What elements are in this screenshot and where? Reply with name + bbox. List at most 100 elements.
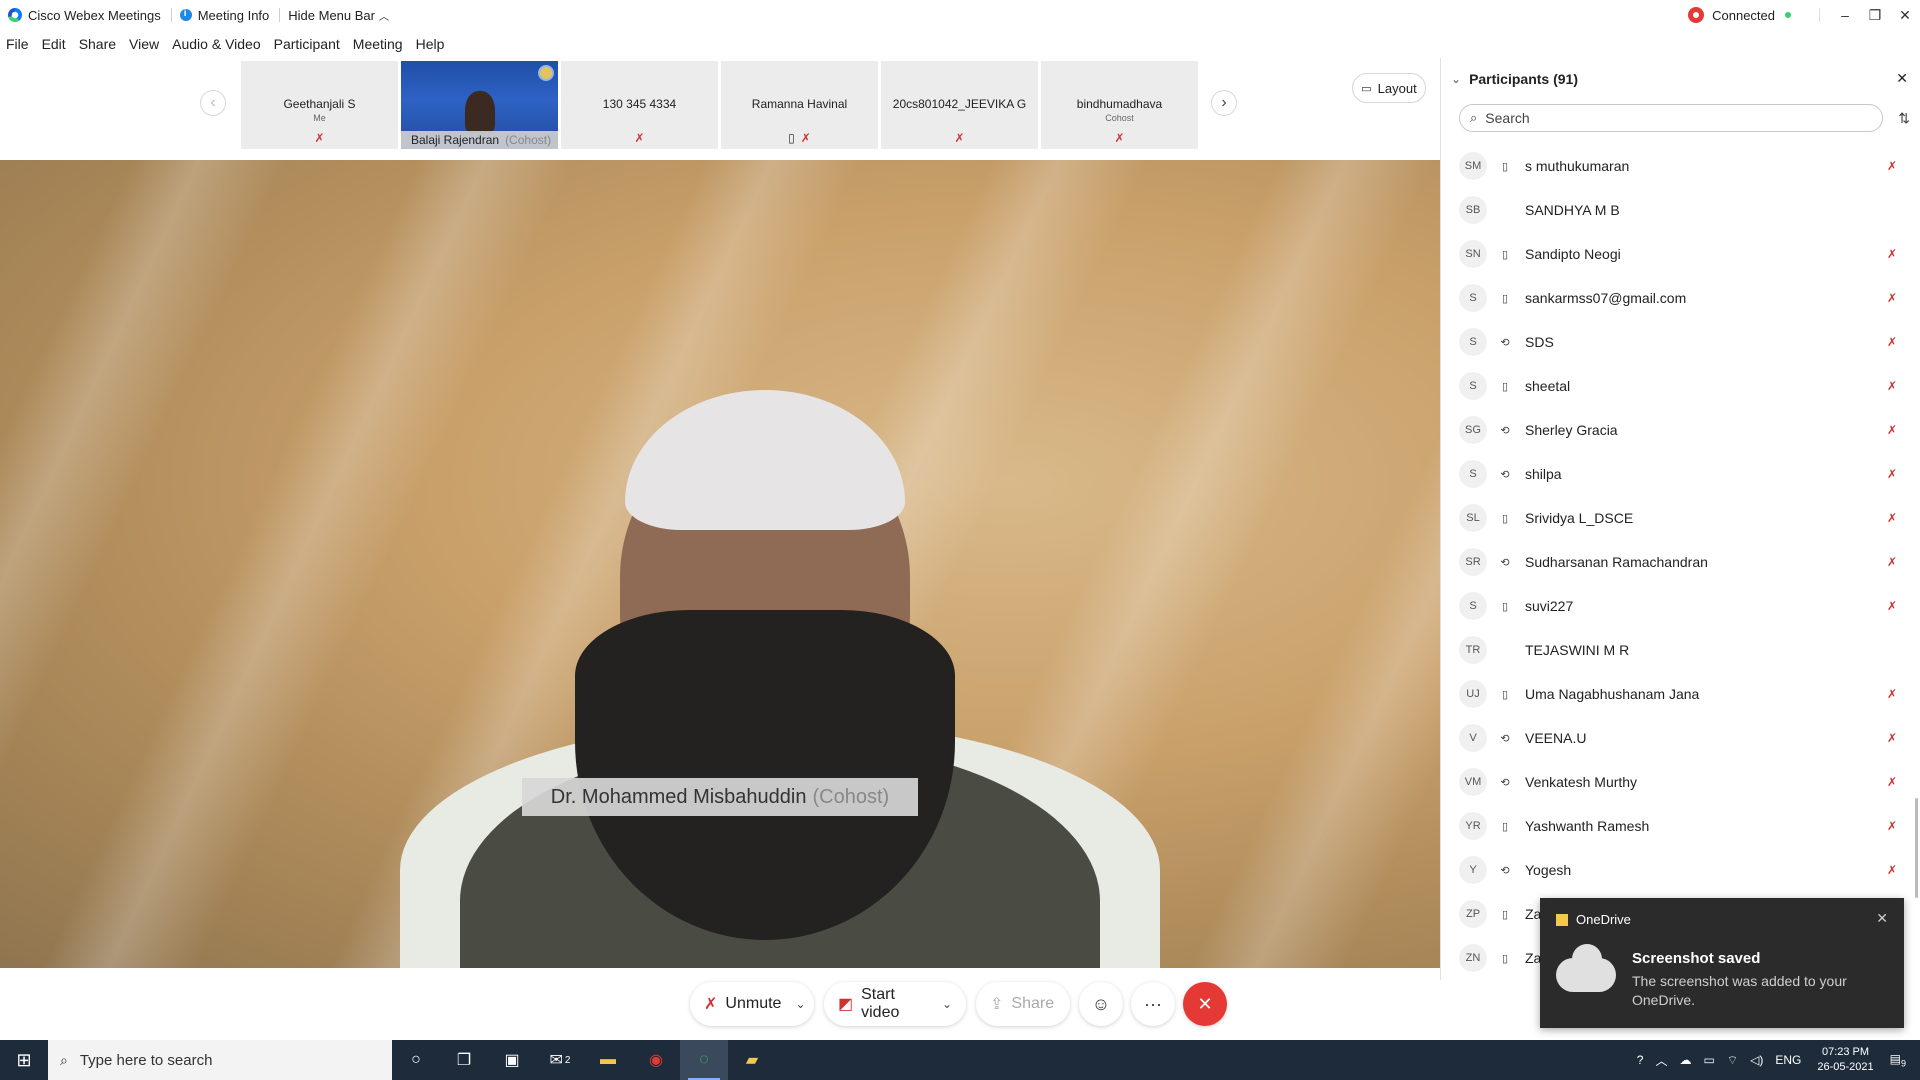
- connection-label: Connected: [1712, 7, 1775, 23]
- windows-start-icon[interactable]: ⊞: [0, 1040, 48, 1080]
- menu-help[interactable]: Help: [416, 36, 445, 52]
- muted-mic-icon: ✗: [1886, 775, 1897, 789]
- task-view-icon[interactable]: ❐: [440, 1040, 488, 1080]
- mobile-device-icon: ▯: [1501, 688, 1509, 701]
- participant-row[interactable]: V ⟲ VEENA.U ✗: [1441, 716, 1911, 760]
- sort-icon[interactable]: ⇅: [1898, 110, 1910, 127]
- more-options-button[interactable]: ···: [1131, 982, 1175, 1026]
- mobile-device-icon: ▯: [1501, 820, 1509, 833]
- file-explorer-icon[interactable]: ▬: [584, 1040, 632, 1080]
- webex-logo-icon: [8, 8, 22, 22]
- chevron-down-icon[interactable]: ⌄: [1451, 72, 1461, 86]
- meeting-controls: ✗ Unmute ⌄ ◩ Start video ⌄ ⇪ Share ☺ ···…: [0, 980, 1440, 1040]
- participant-name: SANDHYA M B: [1525, 202, 1620, 218]
- participant-video-tile[interactable]: Balaji Rajendran (Cohost): [401, 61, 558, 149]
- menu-edit[interactable]: Edit: [42, 36, 66, 52]
- share-button[interactable]: ⇪ Share: [976, 982, 1070, 1026]
- mobile-device-icon: ▯: [1501, 600, 1509, 613]
- store-icon[interactable]: ▣: [488, 1040, 536, 1080]
- participant-row[interactable]: Y ⟲ Yogesh ✗: [1441, 848, 1911, 892]
- menu-participant[interactable]: Participant: [274, 36, 340, 52]
- unmute-button[interactable]: ✗ Unmute ⌄: [690, 982, 814, 1026]
- mobile-device-icon: ▯: [1501, 248, 1509, 261]
- participant-row[interactable]: S ⟲ shilpa ✗: [1441, 452, 1911, 496]
- onedrive-toast[interactable]: OneDrive ✕ Screenshot saved The screensh…: [1540, 898, 1904, 1028]
- participant-list-scrollbar[interactable]: [1915, 798, 1918, 898]
- participant-row[interactable]: SG ⟲ Sherley Gracia ✗: [1441, 408, 1911, 452]
- chevron-down-icon[interactable]: ⌄: [942, 997, 952, 1011]
- layout-button[interactable]: ▭ Layout: [1352, 73, 1426, 103]
- meeting-info-button[interactable]: Meeting Info: [172, 0, 280, 30]
- participant-strip: ‹ Geethanjali S Me ✗ Balaji Rajendran (Co…: [0, 58, 1440, 156]
- help-icon[interactable]: ?: [1637, 1053, 1644, 1067]
- video-off-icon: ◩: [838, 996, 854, 1013]
- participant-tile[interactable]: Geethanjali S Me ✗: [241, 61, 398, 149]
- search-icon: ⌕: [60, 1051, 68, 1068]
- start-video-button[interactable]: ◩ Start video ⌄: [824, 982, 966, 1026]
- strip-prev-button[interactable]: ‹: [200, 90, 226, 116]
- notifications-icon[interactable]: ▤9: [1890, 1052, 1906, 1068]
- toast-app-name: OneDrive: [1576, 912, 1631, 927]
- participant-row[interactable]: S ⟲ SDS ✗: [1441, 320, 1911, 364]
- hide-menu-bar-button[interactable]: Hide Menu Bar ︿: [280, 0, 399, 30]
- participant-row[interactable]: SL ▯ Srividya L_DSCE ✗: [1441, 496, 1911, 540]
- taskbar-search-input[interactable]: ⌕ Type here to search: [48, 1040, 392, 1080]
- close-panel-button[interactable]: ✕: [1896, 70, 1908, 87]
- participant-row[interactable]: S ▯ sankarmss07@gmail.com ✗: [1441, 276, 1911, 320]
- headset-icon: ⟲: [1500, 336, 1510, 349]
- end-meeting-button[interactable]: ✕: [1183, 982, 1227, 1026]
- participant-name: Venkatesh Murthy: [1525, 774, 1638, 790]
- participant-name: Sherley Gracia: [1525, 422, 1618, 438]
- webex-taskbar-icon[interactable]: ◌: [680, 1040, 728, 1080]
- menu-file[interactable]: File: [6, 36, 29, 52]
- toast-close-button[interactable]: ✕: [1876, 910, 1888, 927]
- minimize-button[interactable]: –: [1830, 7, 1860, 23]
- volume-icon[interactable]: ◁): [1750, 1053, 1763, 1067]
- speaker-name-plate: Dr. Mohammed Misbahuddin (Cohost): [522, 778, 918, 816]
- language-indicator[interactable]: ENG: [1775, 1053, 1801, 1067]
- menu-view[interactable]: View: [129, 36, 159, 52]
- close-window-button[interactable]: ✕: [1890, 7, 1920, 24]
- reactions-button[interactable]: ☺: [1079, 982, 1123, 1026]
- participant-row[interactable]: S ▯ sheetal ✗: [1441, 364, 1911, 408]
- participant-row[interactable]: TR TEJASWINI M R: [1441, 628, 1911, 672]
- cloud-icon: [1556, 944, 1616, 992]
- onedrive-tray-icon[interactable]: ☁: [1679, 1053, 1691, 1067]
- participants-panel: ⌄ Participants (91) ✕ ⌕ Search ⇅ SM ▯ s mu…: [1440, 58, 1920, 980]
- participant-row[interactable]: SN ▯ Sandipto Neogi ✗: [1441, 232, 1911, 276]
- participant-row[interactable]: SR ⟲ Sudharsanan Ramachandran ✗: [1441, 540, 1911, 584]
- participant-row[interactable]: YR ▯ Yashwanth Ramesh ✗: [1441, 804, 1911, 848]
- clock-time: 07:23 PM: [1821, 1046, 1870, 1058]
- display-icon[interactable]: ▭: [1703, 1053, 1714, 1067]
- layout-icon: ▭: [1361, 82, 1372, 95]
- menu-audio-video[interactable]: Audio & Video: [172, 36, 260, 52]
- menu-share[interactable]: Share: [79, 36, 116, 52]
- chrome-icon[interactable]: ◉: [632, 1040, 680, 1080]
- participant-row[interactable]: S ▯ suvi227 ✗: [1441, 584, 1911, 628]
- restore-button[interactable]: ❐: [1860, 7, 1890, 24]
- participant-row[interactable]: UJ ▯ Uma Nagabhushanam Jana ✗: [1441, 672, 1911, 716]
- toast-body: The screenshot was added to your OneDriv…: [1632, 973, 1847, 1008]
- strip-next-button[interactable]: ›: [1211, 90, 1237, 116]
- participant-row[interactable]: SB SANDHYA M B: [1441, 188, 1911, 232]
- mail-icon[interactable]: ✉ 2: [536, 1040, 584, 1080]
- chevron-down-icon[interactable]: ⌄: [795, 997, 805, 1011]
- cortana-icon[interactable]: ○: [392, 1040, 440, 1080]
- avatar: SR: [1459, 548, 1487, 576]
- participant-row[interactable]: SM ▯ s muthukumaran ✗: [1441, 144, 1911, 188]
- muted-mic-icon: ✗: [1886, 511, 1897, 525]
- participant-tile[interactable]: 130 345 4334 ✗: [561, 61, 718, 149]
- notes-icon[interactable]: ▰: [728, 1040, 776, 1080]
- wifi-icon[interactable]: ⌔: [1727, 1053, 1738, 1068]
- participant-row[interactable]: VM ⟲ Venkatesh Murthy ✗: [1441, 760, 1911, 804]
- participant-tile[interactable]: bindhumadhava Cohost ✗: [1041, 61, 1198, 149]
- muted-mic-icon: ✗: [634, 131, 645, 145]
- menu-meeting[interactable]: Meeting: [353, 36, 403, 52]
- clock[interactable]: 07:23 PM 26-05-2021: [1817, 1045, 1873, 1075]
- mobile-device-icon: ▯: [1501, 380, 1509, 393]
- participant-tile[interactable]: Ramanna Havinal ▯ ✗: [721, 61, 878, 149]
- chevron-up-icon[interactable]: ︿: [1655, 1052, 1667, 1069]
- participants-header: ⌄ Participants (91) ✕: [1441, 58, 1920, 100]
- participant-search-input[interactable]: ⌕ Search: [1459, 104, 1883, 132]
- participant-tile[interactable]: 20cs801042_JEEVIKA G ✗: [881, 61, 1038, 149]
